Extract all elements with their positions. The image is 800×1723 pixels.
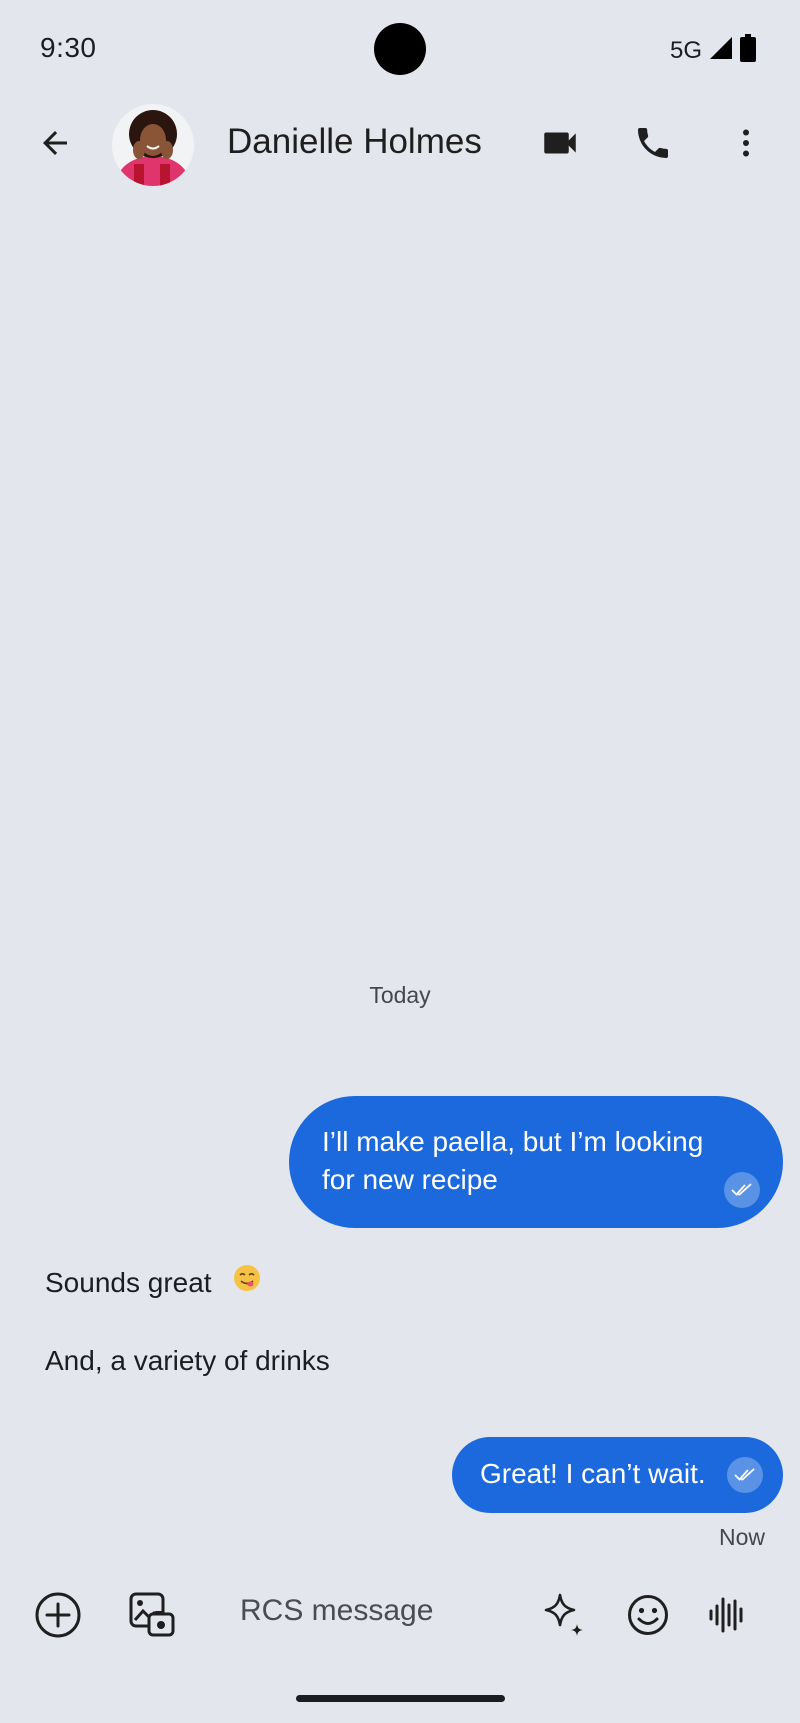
message-text: And, a variety of drinks bbox=[45, 1345, 330, 1376]
voice-message-button[interactable] bbox=[697, 1585, 757, 1645]
more-options-button[interactable] bbox=[716, 113, 776, 173]
message-input[interactable] bbox=[240, 1594, 500, 1628]
network-label: 5G bbox=[669, 36, 702, 64]
phone-icon bbox=[638, 128, 668, 158]
gesture-navigation-bar[interactable] bbox=[296, 1695, 505, 1702]
signal-icon bbox=[708, 35, 734, 66]
gallery-icon bbox=[129, 1592, 175, 1637]
message-text: Sounds great bbox=[45, 1267, 212, 1298]
outgoing-message-bubble[interactable]: Great! I can’t wait. bbox=[452, 1437, 783, 1513]
magic-compose-button[interactable] bbox=[535, 1585, 595, 1645]
avatar[interactable] bbox=[112, 104, 194, 186]
conversation-header: Danielle Holmes bbox=[0, 100, 800, 190]
incoming-message[interactable]: Sounds great bbox=[45, 1264, 261, 1299]
message-timestamp: Now bbox=[718, 1524, 765, 1550]
add-attachment-button[interactable] bbox=[28, 1585, 88, 1645]
back-arrow-icon bbox=[43, 131, 67, 155]
more-vert-icon bbox=[743, 129, 749, 157]
status-bar: 9:30 5G bbox=[0, 0, 800, 100]
emoji-button[interactable] bbox=[618, 1585, 678, 1645]
status-icons: 5G bbox=[670, 34, 756, 67]
contact-name[interactable]: Danielle Holmes bbox=[227, 122, 482, 162]
camera-cutout bbox=[374, 23, 426, 75]
status-time: 9:30 bbox=[40, 32, 97, 63]
back-button[interactable] bbox=[25, 113, 85, 173]
incoming-message[interactable]: And, a variety of drinks bbox=[45, 1345, 330, 1377]
compose-bar bbox=[0, 1580, 800, 1650]
magic-compose-icon bbox=[544, 1593, 583, 1636]
voice-call-button[interactable] bbox=[623, 113, 683, 173]
emoji-icon bbox=[628, 1595, 668, 1635]
message-text: Great! I can’t wait. bbox=[480, 1458, 706, 1489]
voice-message-icon bbox=[709, 1597, 743, 1633]
add-icon bbox=[35, 1592, 81, 1638]
battery-icon bbox=[740, 34, 756, 67]
message-text: I’ll make paella, but I’m looking for ne… bbox=[322, 1126, 704, 1195]
read-receipt-icon bbox=[724, 1172, 760, 1208]
video-call-button[interactable] bbox=[530, 113, 590, 173]
outgoing-message-bubble[interactable]: I’ll make paella, but I’m looking for ne… bbox=[289, 1096, 783, 1228]
video-call-icon bbox=[544, 132, 576, 154]
date-divider: Today bbox=[369, 982, 431, 1008]
gallery-button[interactable] bbox=[122, 1585, 182, 1645]
face-savoring-food-emoji-icon bbox=[233, 1264, 261, 1299]
read-receipt-icon bbox=[727, 1457, 763, 1493]
